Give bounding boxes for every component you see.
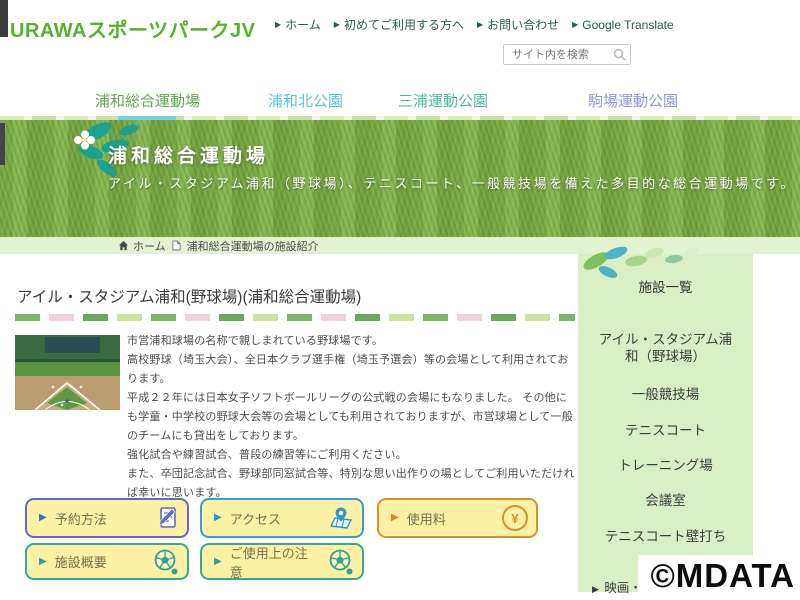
sidebar-item-tennis-court[interactable]: テニスコート: [593, 422, 738, 439]
screen-edge-artifact: [0, 123, 5, 165]
sidebar-item-stadium[interactable]: アイル・スタジアム浦和（野球場）: [593, 331, 738, 365]
tab-label: 三浦運動公園: [398, 93, 488, 110]
triangle-arrow-icon: ▶: [572, 21, 578, 29]
utility-link-contact[interactable]: ▶ お問い合わせ: [477, 16, 559, 33]
site-search: [503, 44, 631, 65]
usage-fee-button[interactable]: ▶ 使用料 ¥: [377, 498, 538, 538]
memo-icon: [153, 505, 179, 531]
triangle-arrow-icon: ▶: [214, 513, 222, 523]
triangle-arrow-icon: ▶: [39, 557, 47, 567]
triangle-arrow-icon: ▶: [391, 513, 399, 523]
document-icon: [172, 240, 181, 251]
sidebar-heading: 施設一覧: [578, 276, 753, 296]
sidebar-item-training-gym[interactable]: トレーニング場: [593, 457, 738, 474]
tab-urawa-kita-koen[interactable]: 浦和北公園: [268, 90, 343, 111]
tab-label: 駒場運動公園: [588, 90, 678, 111]
utility-nav: ▶ ホーム ▶ 初めてご利用する方へ ▶ お問い合わせ ▶ Google Tra…: [275, 16, 674, 33]
paragraph: 強化試合や練習試合、普段の練習等にご利用ください。: [127, 446, 577, 465]
usage-notes-button[interactable]: ▶ ご使用上の注意: [200, 543, 364, 580]
dashed-divider-decoration: [15, 314, 575, 321]
utility-link-label: お問い合わせ: [487, 16, 559, 33]
paragraph: 市営浦和球場の名称で親しまれている野球場です。: [127, 332, 577, 351]
utility-link-label: Google Translate: [582, 18, 673, 32]
hero-banner: 浦和総合運動場 アイル・スタジアム浦和（野球場）、テニスコート、一般競技場を備え…: [0, 120, 800, 237]
button-label: 予約方法: [55, 509, 145, 528]
triangle-arrow-icon: ▶: [334, 21, 340, 29]
watermark: ©MDATA: [638, 555, 798, 600]
button-label: 使用料: [407, 509, 494, 528]
utility-link-label: 初めてご利用する方へ: [344, 16, 464, 33]
tab-label: 浦和北公園: [268, 93, 343, 110]
reservation-method-button[interactable]: ▶ 予約方法: [25, 498, 189, 538]
baseball-field-photo: [15, 335, 120, 410]
hero-title: 浦和総合運動場: [108, 141, 269, 168]
paragraph: 平成２２年には日本女子ソフトボールリーグの公式戦の会場にもなりました。 その他に…: [127, 389, 577, 446]
soccer-ball-icon: [328, 549, 354, 575]
home-icon: [118, 240, 129, 251]
access-button[interactable]: ▶ アクセス: [200, 498, 364, 538]
breadcrumb-current: 浦和総合運動場の施設紹介: [187, 238, 319, 254]
triangle-arrow-icon: ▶: [214, 557, 222, 567]
search-icon[interactable]: [613, 48, 626, 61]
paragraph: 高校野球（埼玉大会）、全日本クラブ選手権（埼玉予選会）等の会場として利用されてお…: [127, 351, 577, 389]
button-label: アクセス: [230, 509, 320, 528]
utility-link-google-translate[interactable]: ▶ Google Translate: [572, 16, 674, 33]
breadcrumb-home-label: ホーム: [133, 238, 166, 254]
page-title: アイル・スタジアム浦和(野球場)(浦和総合運動場): [17, 285, 361, 307]
utility-link-first-time[interactable]: ▶ 初めてご利用する方へ: [334, 16, 464, 33]
breadcrumb-home-link[interactable]: ホーム: [118, 238, 166, 254]
yen-icon: ¥: [502, 505, 528, 531]
triangle-arrow-icon: ▶: [39, 513, 47, 523]
site-logo[interactable]: URAWAスポーツパークJV: [10, 14, 256, 43]
utility-link-label: ホーム: [285, 16, 321, 33]
triangle-arrow-icon: ▶: [477, 21, 483, 29]
tab-label: 浦和総合運動場: [95, 93, 200, 110]
search-input[interactable]: [510, 48, 613, 62]
sidebar-item-meeting-room[interactable]: 会議室: [593, 492, 738, 509]
facility-description: 市営浦和球場の名称で親しまれている野球場です。 高校野球（埼玉大会）、全日本クラ…: [127, 332, 577, 503]
button-label: 施設概要: [55, 552, 145, 571]
triangle-arrow-icon: ▶: [275, 21, 281, 29]
soccer-ball-icon: [153, 549, 179, 575]
button-label: ご使用上の注意: [230, 543, 320, 581]
tab-miura-undo-koen[interactable]: 三浦運動公園: [398, 90, 488, 111]
screen-edge-artifact: [0, 0, 8, 37]
facility-overview-button[interactable]: ▶ 施設概要: [25, 543, 189, 580]
sidebar-item-tennis-wall[interactable]: テニスコート壁打ち: [593, 528, 738, 545]
sidebar-item-athletics-field[interactable]: 一般競技場: [593, 386, 738, 403]
map-pin-icon: [328, 505, 354, 531]
hero-description: アイル・スタジアム浦和（野球場）、テニスコート、一般競技場を備えた多目的な総合運…: [108, 171, 800, 197]
page: URAWAスポーツパークJV ▶ ホーム ▶ 初めてご利用する方へ ▶ お問い合…: [0, 0, 800, 600]
sidebar-list: アイル・スタジアム浦和（野球場） 一般競技場 テニスコート トレーニング場 会議…: [578, 331, 753, 545]
tab-urawa-sogo-undojo[interactable]: 浦和総合運動場: [95, 90, 200, 111]
facility-sidebar: 施設一覧 アイル・スタジアム浦和（野球場） 一般競技場 テニスコート トレーニン…: [578, 254, 753, 592]
utility-link-home[interactable]: ▶ ホーム: [275, 16, 321, 33]
yen-symbol: ¥: [511, 511, 518, 526]
triangle-arrow-icon: ▶: [592, 584, 599, 594]
